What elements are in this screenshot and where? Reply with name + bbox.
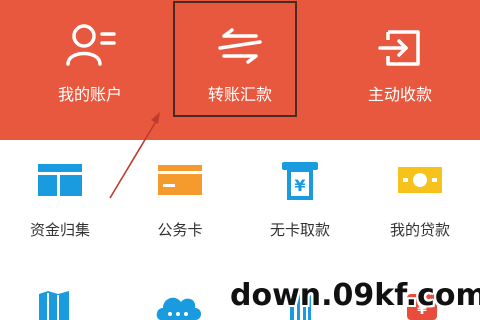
user-list-icon [66,24,116,66]
watermark-text: down.09kf.com [230,278,480,313]
cardless-withdraw-label: 无卡取款 [269,221,330,239]
my-account-button[interactable]: 我的账户 [30,0,150,140]
receive-payment-label: 主动收款 [367,85,432,104]
my-account-label: 我的账户 [57,85,122,104]
receive-login-icon [378,30,420,66]
official-card-label: 公务卡 [157,221,203,239]
atm-withdraw-icon: ¥ [282,162,318,200]
cardless-withdraw-button[interactable]: ¥ 无卡取款 [240,150,360,250]
loan-money-icon [398,167,442,193]
fund-collection-button[interactable]: 资金归集 [0,150,120,250]
receive-payment-button[interactable]: 主动收款 [340,0,460,140]
fund-collection-label: 资金归集 [29,221,90,239]
card-icon [158,165,202,195]
highlight-box [173,1,297,117]
my-loan-label: 我的贷款 [389,221,450,239]
cloud-icon[interactable] [155,292,201,320]
fund-collection-icon [38,164,82,196]
svg-text:¥: ¥ [294,176,305,195]
my-loan-button[interactable]: 我的贷款 [360,150,480,250]
map-icon[interactable] [38,290,70,320]
official-card-button[interactable]: 公务卡 [120,150,240,250]
